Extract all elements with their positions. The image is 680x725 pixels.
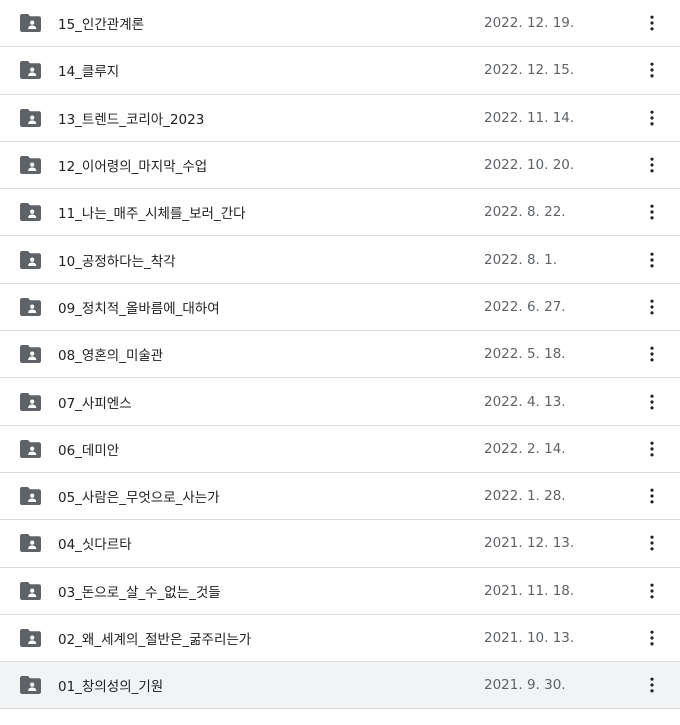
more-vert-icon[interactable] [640, 579, 664, 603]
shared-folder-icon [20, 203, 41, 222]
file-name: 02_왜_세계의_절반은_굶주리는가 [58, 632, 252, 648]
modified-date: 2022. 8. 1. [484, 251, 557, 268]
shared-folder-icon [20, 297, 41, 316]
modified-date: 2022. 8. 22. [484, 204, 566, 221]
shared-folder-icon [20, 581, 41, 600]
modified-date: 2021. 11. 18. [484, 582, 575, 599]
modified-date: 2022. 4. 13. [484, 393, 566, 410]
modified-date: 2022. 6. 27. [484, 298, 566, 315]
shared-folder-icon [20, 108, 41, 127]
shared-folder-icon [20, 676, 41, 695]
modified-date: 2022. 12. 19. [484, 15, 575, 32]
file-list: 15_인간관계론 2022. 12. 19. 14_클루지 2022. 12. 15.… [0, 0, 680, 710]
modified-date: 2022. 1. 28. [484, 488, 566, 505]
file-name: 14_클루지 [58, 64, 120, 81]
shared-folder-icon [20, 439, 41, 458]
shared-folder-icon [20, 534, 41, 553]
file-row[interactable]: 07_사피엔스 2022. 4. 13. [0, 378, 680, 426]
shared-folder-icon [20, 156, 41, 175]
file-name: 10_공정하다는_착각 [58, 253, 176, 270]
shared-folder-icon [20, 345, 41, 364]
modified-date: 2022. 10. 20. [484, 157, 575, 174]
shared-folder-icon [20, 487, 41, 506]
more-vert-icon[interactable] [640, 437, 664, 461]
file-row[interactable]: 12_이어령의_마지막_수업 2022. 10. 20. [0, 141, 680, 190]
file-name: 01_창의성의_기원 [58, 679, 164, 696]
file-row[interactable]: 04_싯다르타 2021. 12. 13. [0, 520, 680, 568]
modified-date: 2022. 2. 14. [484, 440, 566, 457]
file-name: 15_인간관계론 [58, 17, 145, 34]
more-vert-icon[interactable] [640, 295, 664, 319]
more-vert-icon[interactable] [640, 153, 664, 177]
shared-folder-icon [20, 14, 41, 33]
file-name: 11_나는_매주_시체를_보러_간다 [58, 206, 246, 223]
modified-date: 2022. 12. 15. [484, 62, 575, 79]
more-vert-icon[interactable] [640, 390, 664, 414]
modified-date: 2021. 12. 13. [484, 535, 575, 552]
file-name: 03_돈으로_살_수_없는_것들 [58, 584, 221, 601]
file-row[interactable]: 11_나는_매주_시체를_보러_간다 2022. 8. 22. [0, 189, 680, 237]
file-name: 07_사피엔스 [58, 395, 132, 412]
file-name: 09_정치적_올바름에_대하여 [58, 300, 220, 317]
more-vert-icon[interactable] [640, 106, 664, 130]
file-row[interactable]: 08_영혼의_미술관 2022. 5. 18. [0, 331, 680, 379]
file-name: 04_싯다르타 [58, 537, 132, 554]
file-row[interactable]: 09_정치적_올바름에_대하여 2022. 6. 27. [0, 283, 680, 332]
file-row[interactable]: 03_돈으로_살_수_없는_것들 2021. 11. 18. [0, 567, 680, 615]
shared-folder-icon [20, 392, 41, 411]
more-vert-icon[interactable] [640, 673, 664, 697]
more-vert-icon[interactable] [640, 484, 664, 508]
more-vert-icon[interactable] [640, 248, 664, 272]
file-row[interactable]: 13_트렌드_코리아_2023 2022. 11. 14. [0, 94, 680, 142]
file-row[interactable]: 15_인간관계론 2022. 12. 19. [0, 0, 680, 48]
file-name: 12_이어령의_마지막_수업 [58, 159, 208, 176]
file-name: 13_트렌드_코리아_2023 [58, 111, 205, 128]
file-row[interactable]: 02_왜_세계의_절반은_굶주리는가 2021. 10. 13. [0, 614, 680, 663]
file-row[interactable]: 05_사람은_무엇으로_사는가 2022. 1. 28. [0, 472, 680, 521]
file-row[interactable]: 06_데미안 2022. 2. 14. [0, 425, 680, 473]
file-row[interactable]: 01_창의성의_기원 2021. 9. 30. [0, 662, 680, 710]
more-vert-icon[interactable] [640, 11, 664, 35]
more-vert-icon[interactable] [640, 626, 664, 650]
shared-folder-icon [20, 61, 41, 80]
more-vert-icon[interactable] [640, 531, 664, 555]
modified-date: 2021. 9. 30. [484, 677, 566, 694]
modified-date: 2022. 5. 18. [484, 346, 566, 363]
more-vert-icon[interactable] [640, 200, 664, 224]
more-vert-icon[interactable] [640, 58, 664, 82]
shared-folder-icon [20, 250, 41, 269]
shared-folder-icon [20, 629, 41, 647]
file-row[interactable]: 10_공정하다는_착각 2022. 8. 1. [0, 236, 680, 284]
file-name: 05_사람은_무엇으로_사는가 [58, 490, 220, 507]
more-vert-icon[interactable] [640, 342, 664, 366]
modified-date: 2022. 11. 14. [484, 109, 575, 126]
modified-date: 2021. 10. 13. [484, 630, 575, 646]
file-name: 06_데미안 [58, 442, 120, 459]
file-name: 08_영혼의_미술관 [58, 348, 164, 365]
file-row[interactable]: 14_클루지 2022. 12. 15. [0, 47, 680, 95]
